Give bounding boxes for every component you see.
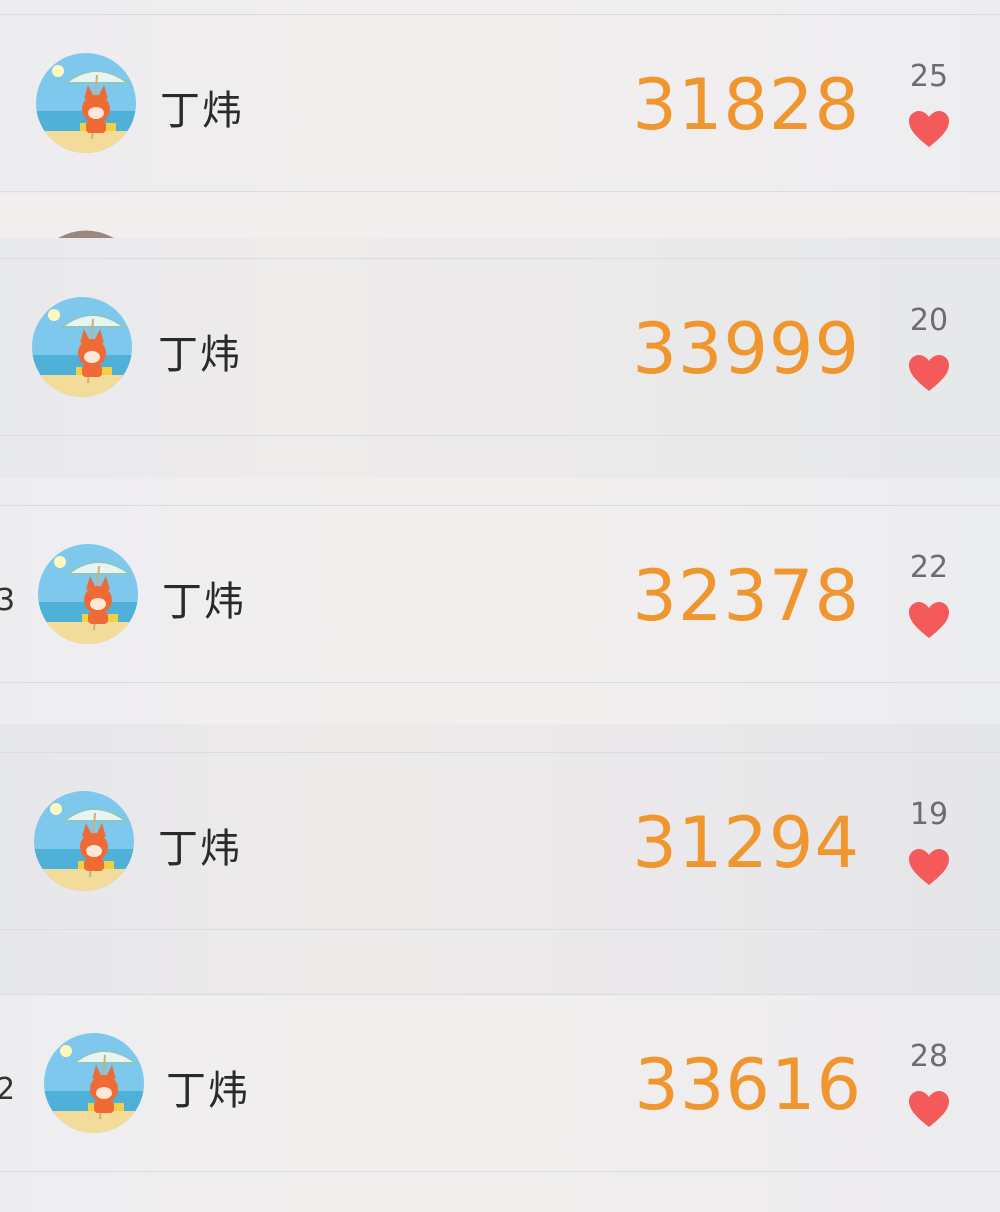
like-count: 19 [909, 797, 949, 832]
rank-number: 3 [0, 583, 16, 618]
user-name: 丁炜 [158, 332, 242, 378]
avatar[interactable] [36, 53, 136, 153]
leaderboard-row[interactable]: 3 丁炜 32378 22 [0, 505, 1000, 683]
screenshot-strip-1: 丁炜 31828 25 [0, 0, 1000, 238]
heart-icon[interactable] [907, 353, 951, 393]
step-count: 31294 [632, 802, 860, 884]
step-count: 33999 [632, 308, 860, 390]
rank-number: 2 [0, 1072, 16, 1107]
avatar-peek [58, 230, 114, 238]
heart-icon[interactable] [907, 109, 951, 149]
fox-under-umbrella-avatar-icon [44, 1033, 144, 1133]
user-name: 丁炜 [166, 1068, 250, 1114]
heart-icon[interactable] [907, 847, 951, 887]
avatar[interactable] [34, 791, 134, 891]
step-count: 33616 [634, 1044, 862, 1126]
next-row-peek [0, 195, 1000, 238]
user-name: 丁炜 [158, 826, 242, 872]
leaderboard-row[interactable]: 丁炜 31828 25 [0, 14, 1000, 192]
user-name: 丁炜 [160, 88, 244, 134]
screenshot-strip-3: 3 丁炜 32378 22 [0, 478, 1000, 724]
avatar[interactable] [44, 1033, 144, 1133]
leaderboard-row[interactable]: 丁炜 33999 20 [0, 258, 1000, 436]
leaderboard-row[interactable]: 2 丁炜 33616 28 [0, 994, 1000, 1172]
heart-icon[interactable] [907, 600, 951, 640]
leaderboard-row[interactable]: 丁炜 31294 19 [0, 752, 1000, 930]
fox-under-umbrella-avatar-icon [36, 53, 136, 153]
screenshot-strip-4: 丁炜 31294 19 [0, 724, 1000, 994]
user-name: 丁炜 [162, 579, 246, 625]
like-count: 20 [909, 303, 949, 338]
step-count: 32378 [632, 555, 860, 637]
like-count: 28 [909, 1039, 949, 1074]
like-count: 25 [909, 59, 949, 94]
avatar[interactable] [32, 297, 132, 397]
fox-under-umbrella-avatar-icon [34, 791, 134, 891]
screenshot-strip-5: 2 丁炜 33616 28 [0, 994, 1000, 1212]
fox-under-umbrella-avatar-icon [32, 297, 132, 397]
like-count: 22 [909, 550, 949, 585]
fox-under-umbrella-avatar-icon [38, 544, 138, 644]
screenshot-strip-2: 丁炜 33999 20 [0, 238, 1000, 478]
stitched-leaderboard-screenshots: 丁炜 31828 25 丁炜 33999 20 3 丁炜 32378 22 丁炜… [0, 0, 1000, 1212]
heart-icon[interactable] [907, 1089, 951, 1129]
avatar[interactable] [38, 544, 138, 644]
step-count: 31828 [632, 64, 860, 146]
